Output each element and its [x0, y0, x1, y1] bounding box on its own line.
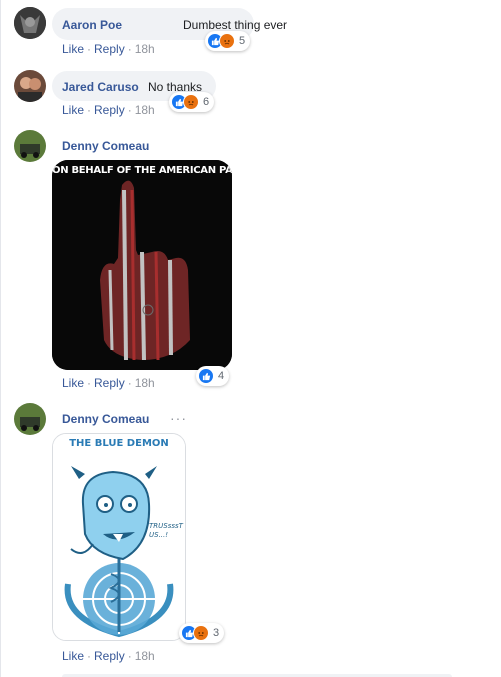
- reply-link[interactable]: Reply: [94, 649, 125, 663]
- avatar-image: [14, 130, 46, 162]
- comment-author[interactable]: Denny Comeau: [62, 139, 149, 153]
- reaction-count: 6: [203, 96, 210, 108]
- comment-actions: Like · Reply · 18h: [62, 42, 155, 56]
- comment-author[interactable]: Aaron Poe: [62, 17, 122, 33]
- angry-reaction-icon: [193, 625, 209, 641]
- patriot-image: [52, 160, 232, 370]
- reply-link[interactable]: Reply: [94, 376, 125, 390]
- reaction-summary[interactable]: 5: [205, 31, 251, 51]
- angry-reaction-icon: [183, 94, 199, 110]
- like-link[interactable]: Like: [62, 376, 84, 390]
- more-options-icon[interactable]: ···: [170, 410, 187, 426]
- timestamp[interactable]: 18h: [135, 376, 155, 390]
- timestamp[interactable]: 18h: [135, 42, 155, 56]
- comment-photo[interactable]: ON BEHALF OF THE AMERICAN PATRIOTS: [52, 160, 232, 370]
- timestamp[interactable]: 18h: [135, 649, 155, 663]
- comment-author[interactable]: Jared Caruso: [62, 79, 139, 95]
- reaction-summary[interactable]: 6: [169, 92, 215, 112]
- like-reaction-icon: [198, 368, 214, 384]
- avatar[interactable]: [14, 7, 46, 39]
- separator-dot: ·: [87, 42, 92, 56]
- like-link[interactable]: Like: [62, 42, 84, 56]
- reaction-count: 5: [239, 35, 246, 47]
- reaction-summary[interactable]: 3: [179, 623, 225, 643]
- reaction-summary[interactable]: 4: [196, 366, 230, 386]
- avatar-image: [14, 70, 46, 102]
- reaction-count: 3: [213, 627, 220, 639]
- comment-photo[interactable]: THE BLUE DEMON TRUSsssT US...!: [52, 433, 186, 641]
- avatar[interactable]: [14, 130, 46, 162]
- thread-divider: [0, 0, 1, 677]
- separator-dot: ·: [127, 103, 132, 117]
- separator-dot: ·: [87, 103, 92, 117]
- like-link[interactable]: Like: [62, 103, 84, 117]
- comment-actions: Like · Reply · 18h: [62, 649, 155, 663]
- timestamp[interactable]: 18h: [135, 103, 155, 117]
- avatar-image: [14, 403, 46, 435]
- speech-text: TRUSsssT US...!: [149, 522, 183, 539]
- image-title: THE BLUE DEMON: [69, 438, 169, 449]
- comment-author[interactable]: Denny Comeau: [62, 412, 149, 426]
- separator-dot: ·: [127, 376, 132, 390]
- avatar-image: [14, 7, 46, 39]
- separator-dot: ·: [87, 376, 92, 390]
- angry-reaction-icon: [219, 33, 235, 49]
- like-link[interactable]: Like: [62, 649, 84, 663]
- comment-actions: Like · Reply · 18h: [62, 376, 155, 390]
- separator-dot: ·: [127, 42, 132, 56]
- avatar[interactable]: [14, 403, 46, 435]
- avatar[interactable]: [14, 70, 46, 102]
- reply-link[interactable]: Reply: [94, 103, 125, 117]
- reply-link[interactable]: Reply: [94, 42, 125, 56]
- comment-actions: Like · Reply · 18h: [62, 103, 155, 117]
- reaction-count: 4: [218, 370, 225, 382]
- image-caption: ON BEHALF OF THE AMERICAN PATRIOTS: [52, 165, 232, 176]
- separator-dot: ·: [87, 649, 92, 663]
- separator-dot: ·: [127, 649, 132, 663]
